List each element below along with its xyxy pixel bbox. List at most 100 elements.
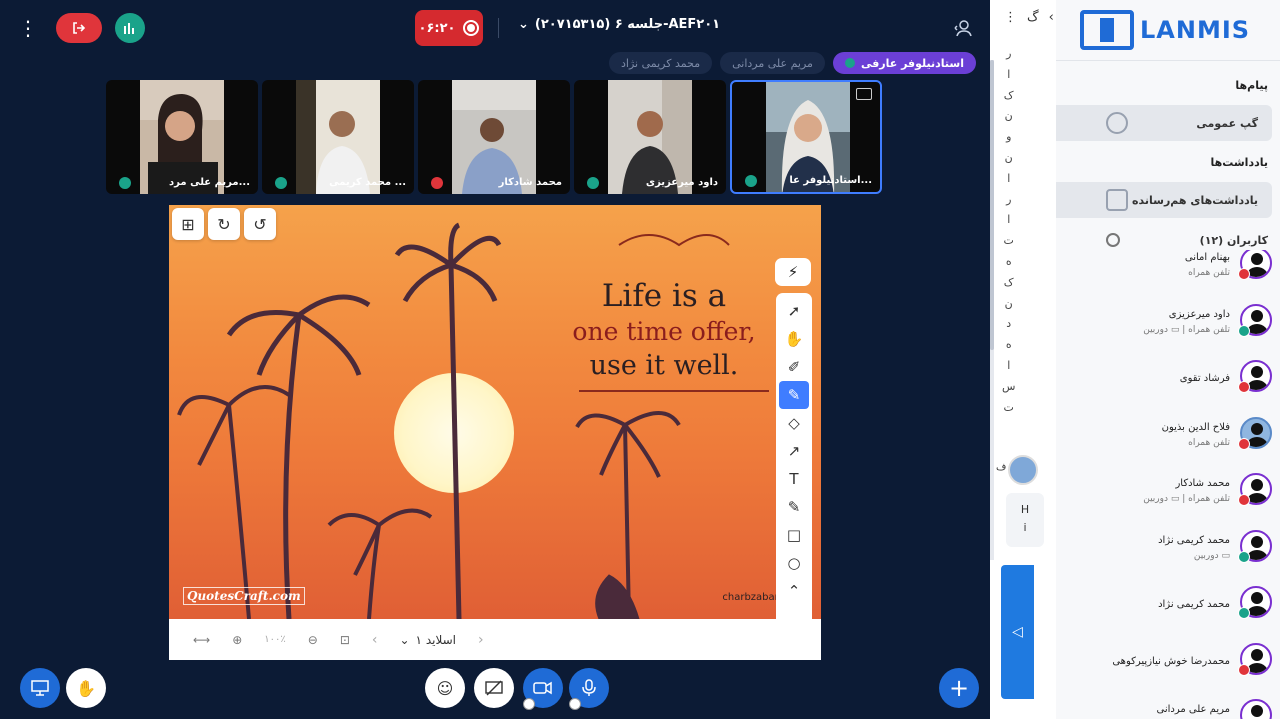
redo-button[interactable]: ↻ <box>208 208 240 240</box>
camera-button[interactable] <box>523 668 563 710</box>
presentation-button[interactable] <box>20 668 60 708</box>
speaker-chip[interactable]: استادنیلوفر عارفی <box>832 52 976 74</box>
rectangle-tool[interactable]: □ <box>779 521 809 549</box>
video-tile[interactable]: محمد شادکار <box>418 80 570 194</box>
raise-hand-button[interactable]: ✋ <box>66 668 106 708</box>
chat-letter: ه <box>1005 338 1012 352</box>
fit-width-icon[interactable]: ⟷ <box>193 633 210 647</box>
chat-bubbles-icon <box>1106 112 1128 134</box>
user-list-item[interactable]: مریم علی مردانیتلفن همراه | ▭ دوربین <box>1056 696 1280 719</box>
presentation-whiteboard[interactable]: Life is a one time offer, use it well. Q… <box>169 205 821 660</box>
chat-letter: س <box>1002 379 1016 393</box>
chevron-down-icon: ⌄ <box>518 17 529 32</box>
eraser-icon: ◇ <box>788 414 800 432</box>
microphone-options-dot[interactable] <box>569 698 581 710</box>
mic-icon <box>1238 324 1250 337</box>
mic-muted-icon <box>431 177 443 189</box>
user-list-item[interactable]: فلاح الدین بذیون تلفن همراه <box>1056 414 1280 471</box>
zoom-in-icon[interactable]: ⊕ <box>232 633 242 647</box>
video-tile-active[interactable]: استادنیلوفر عا... <box>730 80 882 194</box>
recording-indicator[interactable]: ۰۶:۲۰ <box>415 10 483 46</box>
gear-icon[interactable] <box>1105 233 1120 247</box>
user-device: ▭ دوربین <box>1193 550 1230 561</box>
slide-label: اسلاید ۱ <box>415 632 457 647</box>
chat-letter: ک <box>1003 275 1014 289</box>
multi-user-whiteboard-button[interactable]: ⊞ <box>172 208 204 240</box>
user-list-item[interactable]: محمد شادکار تلفن همراه | ▭ دوربین <box>1056 470 1280 527</box>
user-name: محمد کریمی نژاد <box>1158 599 1230 610</box>
quote-line-1: Life is a <box>601 278 727 314</box>
chat-letter: ن <box>1004 296 1013 310</box>
zoom-level: ۱۰۰٪ <box>264 634 286 645</box>
speaker-chip[interactable]: محمد کریمی نژاد <box>608 52 713 74</box>
more-options-icon[interactable]: ⋮ <box>14 14 42 42</box>
user-list-item[interactable]: محمد کریمی نژاد <box>1056 583 1280 640</box>
note-tool[interactable]: ✎ <box>779 493 809 521</box>
user-list-item[interactable]: بهنام امانی تلفن همراه <box>1056 250 1280 301</box>
recording-timer: ۰۶:۲۰ <box>418 20 456 36</box>
microphone-button[interactable] <box>569 668 609 710</box>
text-icon: T <box>789 470 799 488</box>
chat-sender-avatar <box>1008 455 1038 485</box>
chat-scrollbar[interactable] <box>990 60 994 560</box>
pencil-tool[interactable]: ✎ <box>779 381 809 409</box>
chevron-up-icon: ⌃ <box>787 582 801 600</box>
arrow-tool[interactable]: ↗ <box>779 437 809 465</box>
chat-header: ⋮ گ ‹ <box>1004 10 1054 25</box>
chevron-left-icon[interactable]: ‹ <box>1049 10 1054 25</box>
camera-icon <box>533 681 552 695</box>
chat-options-icon[interactable]: ⋮ <box>1004 10 1017 25</box>
eraser-tool[interactable]: ◇ <box>779 409 809 437</box>
users-list: بهنام امانی تلفن همراه داود میرعزیزی تلفن ه… <box>1056 250 1280 719</box>
shared-notes-item[interactable]: یادداشت‌های هم‌رسانده <box>1056 182 1272 218</box>
leave-meeting-button[interactable] <box>56 13 102 43</box>
previous-slide-button[interactable]: ‹ <box>372 632 378 648</box>
actions-menu-button[interactable]: + <box>939 668 979 708</box>
video-tile[interactable]: مریم علی مرد... <box>106 80 258 194</box>
next-slide-button[interactable]: › <box>478 632 484 648</box>
fit-page-icon[interactable]: ⊡ <box>340 633 350 647</box>
quote-line-3: use it well. <box>589 350 739 381</box>
session-title[interactable]: ⌄ جلسه ۶ (۲۰۷۱۵۳۱۵)-AEF۲۰۱ <box>518 17 720 32</box>
slide-selector[interactable]: ⌄ اسلاید ۱ <box>399 633 456 647</box>
text-tool[interactable]: T <box>779 465 809 493</box>
chevron-down-icon: ⌄ <box>399 632 410 647</box>
video-tile[interactable]: محمد کریمی ... <box>262 80 414 194</box>
participant-name: استادنیلوفر عا... <box>789 175 872 186</box>
send-message-button[interactable]: ◁ <box>1001 565 1034 699</box>
chat-letter: و <box>1006 130 1012 144</box>
notes-section-title: یادداشت‌ها <box>1210 156 1268 169</box>
screen-share-button[interactable] <box>474 668 514 708</box>
camera-options-dot[interactable] <box>523 698 535 710</box>
user-device: تلفن همراه <box>1188 437 1230 448</box>
user-list-item[interactable]: فرشاد تقوی <box>1056 357 1280 414</box>
user-icon[interactable] <box>952 16 976 40</box>
more-tools-button[interactable]: ⌃ <box>779 577 809 605</box>
connection-stats-button[interactable] <box>115 13 145 43</box>
lanmis-logo: LANMIS <box>1080 10 1250 50</box>
participant-name: مریم علی مرد... <box>169 177 250 188</box>
undo-button[interactable]: ↺ <box>244 208 276 240</box>
user-name: فرشاد تقوی <box>1179 373 1230 384</box>
reactions-button[interactable]: ☺ <box>425 668 465 708</box>
user-list-item[interactable]: داود میرعزیزی تلفن همراه | ▭ دوربین <box>1056 301 1280 358</box>
zoom-out-icon[interactable]: ⊖ <box>308 633 318 647</box>
speaker-chip[interactable]: مریم علی مردانی <box>720 52 825 74</box>
highlighter-tool[interactable]: ✐ <box>779 353 809 381</box>
participant-name: داود میرعزیزی <box>645 177 718 188</box>
note-icon: ✎ <box>787 498 801 516</box>
chat-letter: ا <box>1007 213 1011 227</box>
user-name: محمد شادکار <box>1175 478 1230 489</box>
participant-name: محمد شادکار <box>498 177 562 188</box>
video-tile[interactable]: داود میرعزیزی <box>574 80 726 194</box>
public-chat-item[interactable]: گپ عمومی <box>1056 105 1272 141</box>
ellipse-tool[interactable]: ○ <box>779 549 809 577</box>
user-list-item[interactable]: محمد کریمی نژاد ▭ دوربین <box>1056 527 1280 584</box>
chat-message-input[interactable]: H i <box>1006 493 1044 547</box>
toolbar-toggle-button[interactable]: ⚡ <box>775 258 811 286</box>
select-tool[interactable]: ➚ <box>779 297 809 325</box>
user-list-item[interactable]: محمدرضا خوش نیازپیرکوهی <box>1056 640 1280 697</box>
pan-tool[interactable]: ✋ <box>779 325 809 353</box>
quote-line-2: one time offer, <box>572 317 756 346</box>
mic-muted-icon <box>1238 381 1250 393</box>
